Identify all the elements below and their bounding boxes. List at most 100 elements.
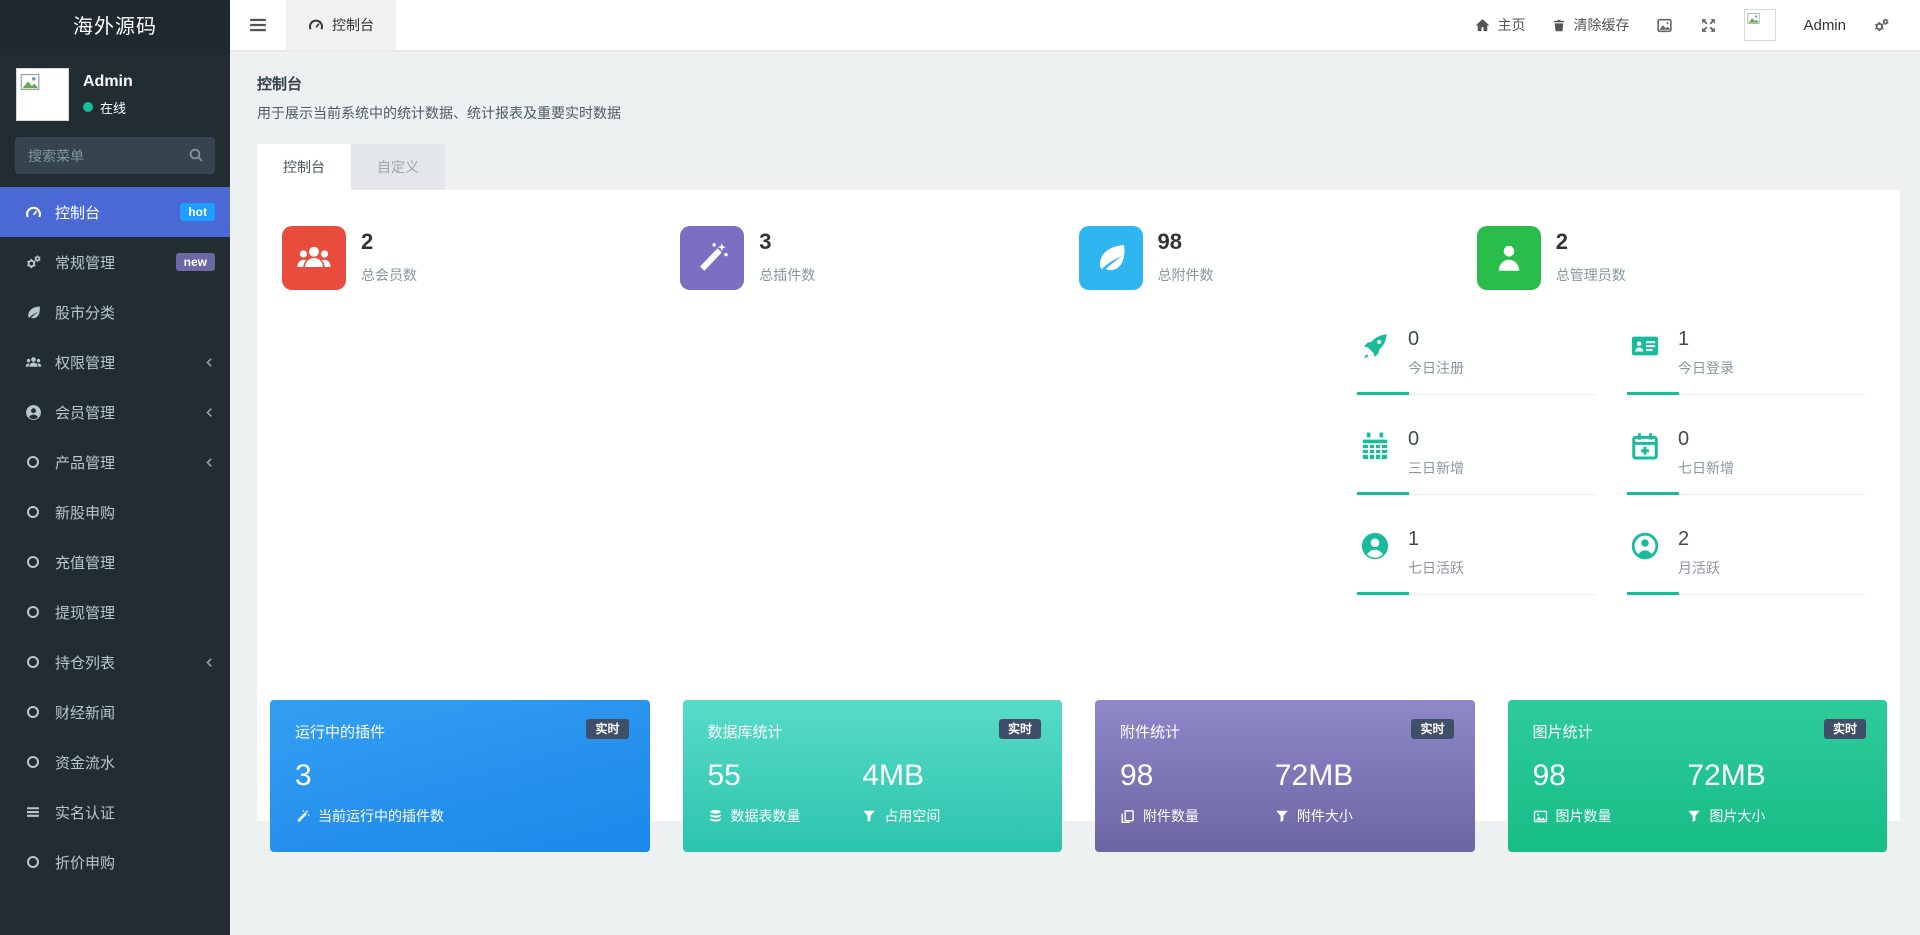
stat-label: 今日登录: [1678, 358, 1734, 378]
sidebar-item-label: 权限管理: [55, 352, 115, 373]
card-label: 附件大小: [1297, 806, 1353, 826]
chevron-left-icon: [204, 457, 215, 468]
search-input[interactable]: [15, 137, 215, 174]
circle-icon: [22, 856, 44, 868]
home-link[interactable]: 主页: [1475, 15, 1525, 35]
topbar-tab-dashboard[interactable]: 控制台: [286, 0, 396, 50]
trash-icon: [1552, 18, 1566, 33]
card-label: 占用空间: [884, 806, 940, 826]
stat-label: 总插件数: [759, 265, 815, 285]
page-heading: 控制台 用于展示当前系统中的统计数据、统计报表及重要实时数据: [257, 73, 1900, 123]
broken-image-icon: [20, 72, 40, 92]
sidebar-item-discount-subscribe[interactable]: 折价申购: [0, 837, 230, 887]
card-title: 图片统计: [1533, 721, 1863, 742]
sidebar-item-new-stock[interactable]: 新股申购: [0, 487, 230, 537]
online-dot: [83, 102, 93, 112]
stat-label: 总会员数: [361, 265, 417, 285]
circle-icon: [22, 656, 44, 668]
card-attachment-stats[interactable]: 附件统计 实时 98 附件数量: [1095, 700, 1475, 852]
settings-gears-icon[interactable]: [1873, 17, 1890, 34]
sidebar-item-label: 新股申购: [55, 502, 115, 523]
tab-dashboard[interactable]: 控制台: [257, 144, 351, 190]
stat-today-login: 1 今日登录: [1627, 328, 1865, 395]
realtime-badge: 实时: [586, 719, 628, 739]
sidebar-item-recharge[interactable]: 充值管理: [0, 537, 230, 587]
sidebar-item-label: 充值管理: [55, 552, 115, 573]
page-title: 控制台: [257, 73, 1900, 94]
stat-divider: [1357, 593, 1595, 595]
sidebar-item-label: 会员管理: [55, 402, 115, 423]
card-title: 运行中的插件: [295, 721, 625, 742]
stat-value: 0: [1678, 428, 1734, 451]
card-running-plugins[interactable]: 运行中的插件 实时 3 当前运行中的插件数: [270, 700, 650, 852]
sidebar-item-member[interactable]: 会员管理: [0, 387, 230, 437]
card-value: 55: [708, 759, 863, 793]
sidebar-item-general[interactable]: 常规管理 new: [0, 237, 230, 287]
stat-value: 3: [759, 229, 815, 255]
clear-cache-link[interactable]: 清除缓存: [1552, 15, 1629, 35]
stat-value: 2: [361, 229, 417, 255]
stat-3day-new: 0 三日新增: [1357, 428, 1595, 495]
sidebar-item-withdraw[interactable]: 提现管理: [0, 587, 230, 637]
card-label: 图片数量: [1556, 806, 1612, 826]
sidebar-item-label: 产品管理: [55, 452, 115, 473]
card-image-stats[interactable]: 图片统计 实时 98 图片数量: [1508, 700, 1888, 852]
card-value: 4MB: [862, 759, 1017, 793]
topbar-avatar[interactable]: [1744, 9, 1776, 41]
card-label: 数据表数量: [731, 806, 801, 826]
card-label: 图片大小: [1709, 806, 1765, 826]
card-value: 3: [295, 759, 625, 793]
sidebar-item-finance-news[interactable]: 财经新闻: [0, 687, 230, 737]
sidebar-item-stock-category[interactable]: 股市分类: [0, 287, 230, 337]
gauge-icon: [308, 17, 324, 33]
search-icon: [188, 147, 204, 163]
rocket-icon: [1357, 328, 1393, 364]
sidebar-item-label: 财经新闻: [55, 702, 115, 723]
stat-value: 2: [1678, 528, 1720, 551]
picture-icon[interactable]: [1656, 17, 1673, 34]
sidebar-item-label: 持仓列表: [55, 652, 115, 673]
sidebar-item-label: 提现管理: [55, 602, 115, 623]
circle-icon: [22, 556, 44, 568]
calendar-icon: [1357, 428, 1393, 464]
stat-label: 今日注册: [1408, 358, 1464, 378]
database-icon: [708, 809, 723, 824]
card-value: 98: [1533, 759, 1688, 793]
stat-label: 总管理员数: [1556, 265, 1626, 285]
sidebar-item-label: 折价申购: [55, 852, 115, 873]
sidebar-item-label: 常规管理: [55, 252, 115, 273]
sidebar-item-dashboard[interactable]: 控制台 hot: [0, 187, 230, 237]
filter-icon: [1275, 809, 1289, 823]
circle-icon: [22, 506, 44, 518]
hot-badge: hot: [180, 203, 215, 221]
user-icon: [1477, 226, 1541, 290]
stat-divider: [1627, 493, 1865, 495]
card-title: 数据库统计: [708, 721, 1038, 742]
stat-value: 1: [1678, 328, 1734, 351]
menu-search: [15, 137, 215, 174]
magic-wand-icon: [680, 226, 744, 290]
sidebar-item-auth[interactable]: 权限管理: [0, 337, 230, 387]
tab-custom[interactable]: 自定义: [351, 144, 445, 190]
fullscreen-icon[interactable]: [1700, 17, 1717, 34]
menu-toggle-button[interactable]: [230, 0, 286, 50]
topbar-right: 主页 清除缓存: [1475, 9, 1920, 41]
image-icon: [1533, 809, 1548, 824]
stat-total-plugins: 3 总插件数: [680, 226, 1078, 290]
sidebar-item-product[interactable]: 产品管理: [0, 437, 230, 487]
sidebar-item-position-list[interactable]: 持仓列表: [0, 637, 230, 687]
chevron-left-icon: [204, 407, 215, 418]
card-value: 72MB: [1687, 759, 1842, 793]
card-database-stats[interactable]: 数据库统计 实时 55 数据表数量: [683, 700, 1063, 852]
filter-icon: [1687, 809, 1701, 823]
topbar-tab-label: 控制台: [332, 15, 374, 35]
stat-value: 0: [1408, 328, 1464, 351]
card-title: 附件统计: [1120, 721, 1450, 742]
topbar-username[interactable]: Admin: [1803, 17, 1846, 34]
sidebar-item-fund-flow[interactable]: 资金流水: [0, 737, 230, 787]
sidebar-item-realname[interactable]: 实名认证: [0, 787, 230, 837]
realtime-badge: 实时: [1824, 719, 1866, 739]
list-icon: [22, 804, 44, 820]
sidebar-menu: 控制台 hot 常规管理 new 股市分类: [0, 187, 230, 935]
sidebar: 海外源码 Admin 在线: [0, 0, 230, 935]
